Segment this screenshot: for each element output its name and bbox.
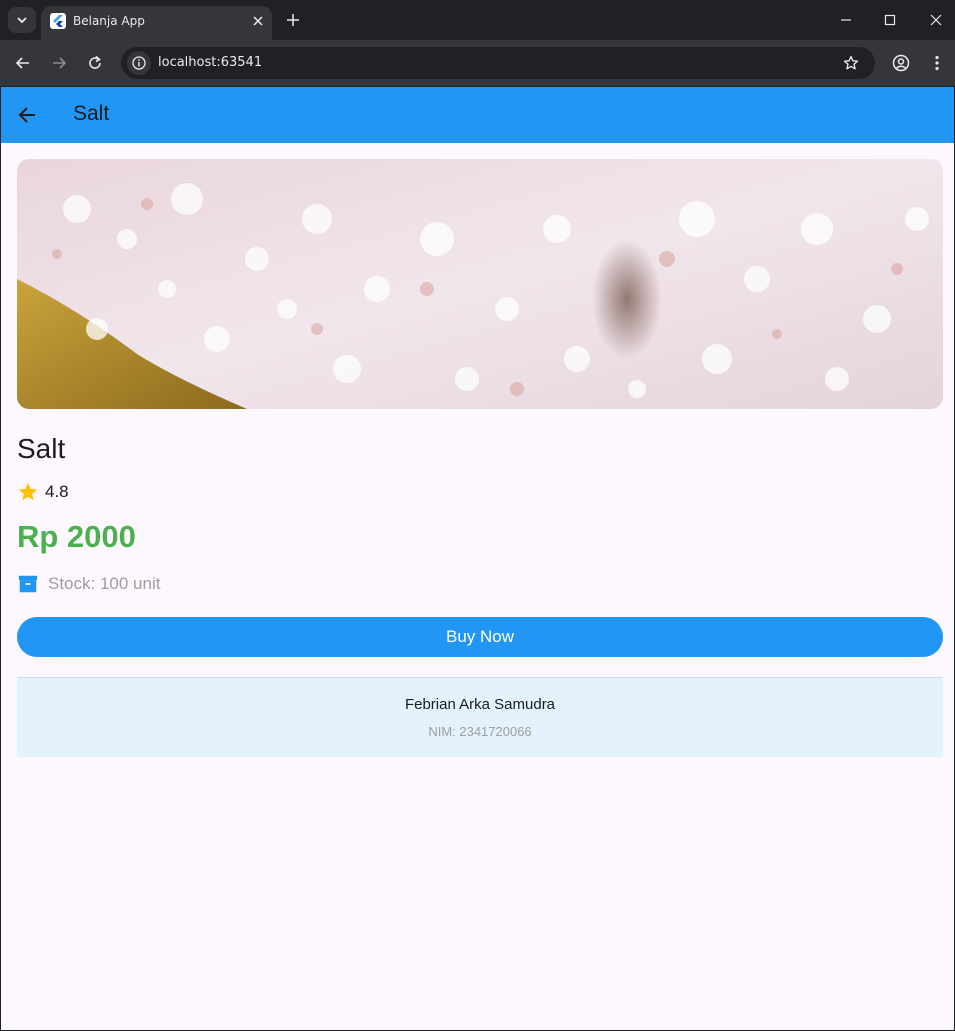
browser-forward-button[interactable] <box>47 51 71 75</box>
page-title: Salt <box>73 102 110 125</box>
new-tab-button[interactable] <box>282 9 304 31</box>
stock-text: Stock: 100 unit <box>48 574 161 593</box>
browser-menu-button[interactable] <box>925 51 949 75</box>
close-icon <box>253 16 263 26</box>
student-footer: Febrian Arka Samudra NIM: 2341720066 <box>17 677 943 757</box>
star-icon <box>18 482 38 501</box>
browser-tab[interactable]: Belanja App <box>41 6 272 40</box>
browser-toolbar: localhost:63541 <box>0 40 955 86</box>
tab-title: Belanja App <box>73 14 145 28</box>
student-name: Febrian Arka Samudra <box>404 696 556 713</box>
reload-icon <box>89 55 101 69</box>
minimize-button[interactable] <box>831 6 861 34</box>
address-bar[interactable]: localhost:63541 <box>121 47 875 79</box>
product-name: Salt <box>17 433 66 464</box>
site-info-icon <box>132 56 146 70</box>
arrow-back-icon <box>18 107 35 123</box>
inventory-box-icon <box>18 575 38 593</box>
chevron-down-icon <box>17 17 27 24</box>
rating-value: 4.8 <box>45 482 69 501</box>
url-text: localhost:63541 <box>158 55 263 70</box>
close-window-icon <box>930 14 942 26</box>
maximize-icon <box>884 14 896 26</box>
profile-button[interactable] <box>889 51 913 75</box>
back-arrow-icon <box>15 57 29 69</box>
flutter-favicon-icon <box>50 13 66 29</box>
plus-icon <box>287 14 299 26</box>
product-image <box>17 159 943 409</box>
bookmark-star-icon <box>843 55 859 70</box>
profile-icon <box>892 54 910 72</box>
close-window-button[interactable] <box>921 6 951 34</box>
reload-button[interactable] <box>83 51 107 75</box>
app-viewport: Salt Salt 4.8 Rp 2000 Stock: 100 unit Bu… <box>1 87 954 1030</box>
product-price: Rp 2000 <box>17 519 136 554</box>
minimize-icon <box>841 19 851 21</box>
student-nim: NIM: 2341720066 <box>428 724 532 739</box>
stock-info: Stock: 100 unit <box>17 572 160 596</box>
tab-search-button[interactable] <box>8 7 36 33</box>
bookmark-button[interactable] <box>841 53 861 73</box>
forward-arrow-icon <box>53 57 67 69</box>
tab-close-button[interactable] <box>249 12 267 30</box>
back-button[interactable] <box>15 103 39 127</box>
rating: 4.8 <box>17 481 69 503</box>
browser-tabstrip: Belanja App <box>0 0 955 40</box>
browser-back-button[interactable] <box>11 51 35 75</box>
kebab-menu-icon <box>935 55 939 71</box>
app-bar: Salt <box>1 87 954 143</box>
buy-now-button[interactable]: Buy Now <box>17 617 943 657</box>
maximize-button[interactable] <box>875 6 905 34</box>
site-info-button[interactable] <box>127 51 151 75</box>
